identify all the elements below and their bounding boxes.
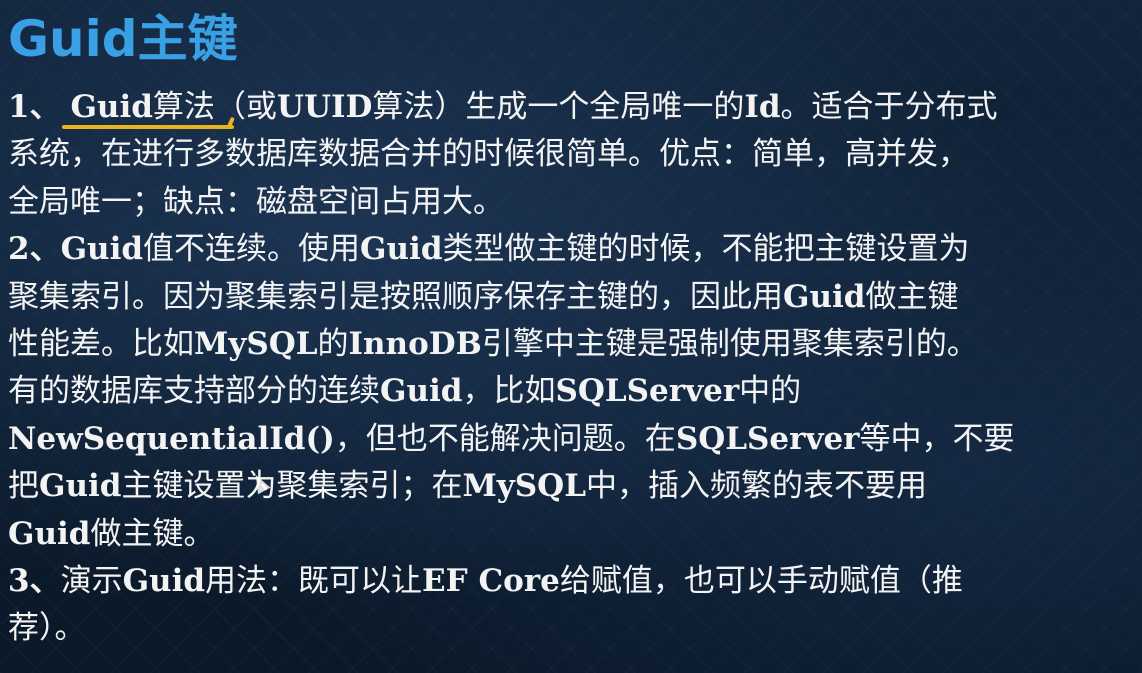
point-3-line-2: 荐）。 (8, 610, 86, 647)
keyword-id: Id (744, 89, 781, 125)
keyword-mysql: MySQL (194, 325, 318, 362)
keyword-uuid: UUID (276, 89, 373, 125)
keyword-mysql: MySQL (462, 468, 586, 505)
keyword-guid: Guid (39, 468, 122, 505)
keyword-guid: Guid (380, 373, 463, 410)
text-segment: 类型做主键的时候，不能把主键设置为 (442, 231, 970, 268)
slide-content: 1、 Guid算法（或UUID算法）生成一个全局唯一的Id。适合于分布式 系统，… (8, 84, 1134, 653)
text-segment: 值不连续。使用 (143, 231, 361, 268)
text-segment: 算法（或 (152, 89, 277, 125)
text-segment: 算法）生成一个全局唯一的 (372, 89, 745, 125)
text-segment: 中的 (739, 373, 802, 410)
point-2-line-1: 2、Guid值不连续。使用Guid类型做主键的时候，不能把主键设置为 (8, 226, 1134, 273)
text-segment: 引擎中主键是强制使用聚集索引的。 (481, 325, 978, 362)
text-segment: 演示 (60, 562, 123, 599)
text-segment: 性能差。比如 (8, 325, 194, 362)
text-segment: 给赋值，也可以手动赋值（推 (559, 562, 963, 599)
keyword-innodb: InnoDB (348, 325, 482, 362)
highlight-underline (62, 125, 234, 129)
text-segment: 做主键 (865, 278, 959, 315)
text-segment: ，比如 (462, 373, 556, 410)
keyword-guid: Guid (60, 231, 144, 268)
point-3-number: 3、 (8, 562, 61, 599)
slide: Guid主键 1、 Guid算法（或UUID算法）生成一个全局唯一的Id。适合于… (0, 0, 1142, 673)
text-segment: 有的数据库支持部分的连续 (8, 373, 380, 410)
point-2-line-4: 有的数据库支持部分的连续Guid，比如SQLServer中的 (8, 368, 1134, 415)
keyword-guid: Guid (122, 562, 206, 599)
keyword-guid: Guid (783, 278, 866, 315)
point-1-line-2: 系统，在进行多数据库数据合并的时候很简单。优点：简单，高并发， (8, 136, 969, 173)
keyword-guid: Guid (8, 515, 91, 552)
point-2-line-5: NewSequentialId()，但也不能解决问题。在SQLServer等中，… (8, 416, 1134, 463)
point-2-line-7: Guid做主键。 (8, 511, 1134, 558)
text-segment: 用法：既可以让 (205, 562, 423, 599)
text-segment: 做主键。 (90, 515, 215, 552)
text-segment: 的 (317, 325, 349, 362)
slide-title: Guid主键 (8, 10, 238, 68)
keyword-sqlserver: SQLServer (675, 420, 860, 457)
text-segment: 。适合于分布式 (780, 89, 998, 125)
point-1-line-3: 全局唯一；缺点：磁盘空间占用大。 (8, 183, 504, 220)
text-segment: 聚集索引。因为聚集索引是按照顺序保存主键的，因此用 (8, 278, 783, 315)
keyword-efcore: EF Core (422, 562, 560, 599)
keyword-newsequentialid: NewSequentialId() (8, 420, 335, 457)
point-2-line-2: 聚集索引。因为聚集索引是按照顺序保存主键的，因此用Guid做主键 (8, 274, 1134, 321)
text-segment: ，但也不能解决问题。在 (334, 420, 676, 457)
point-3-line-1: 3、演示Guid用法：既可以让EF Core给赋值，也可以手动赋值（推 (8, 558, 1134, 605)
keyword-sqlserver: SQLServer (555, 373, 740, 410)
text-segment: 等中，不要 (859, 420, 1015, 457)
point-2-number: 2、 (8, 231, 61, 268)
point-2-line-3: 性能差。比如MySQL的InnoDB引擎中主键是强制使用聚集索引的。 (8, 321, 1134, 368)
text-segment: 中，插入频繁的表不要用 (585, 468, 927, 505)
point-1-number: 1、 (8, 89, 61, 125)
keyword-guid: Guid (70, 89, 153, 125)
text-segment: 主键设置为聚集索引；在 (121, 468, 463, 505)
text-segment: 把 (8, 468, 39, 505)
keyword-guid: Guid (360, 231, 443, 268)
point-2-line-6: 把Guid主键设置为聚集索引；在MySQL中，插入频繁的表不要用 (8, 463, 1134, 510)
